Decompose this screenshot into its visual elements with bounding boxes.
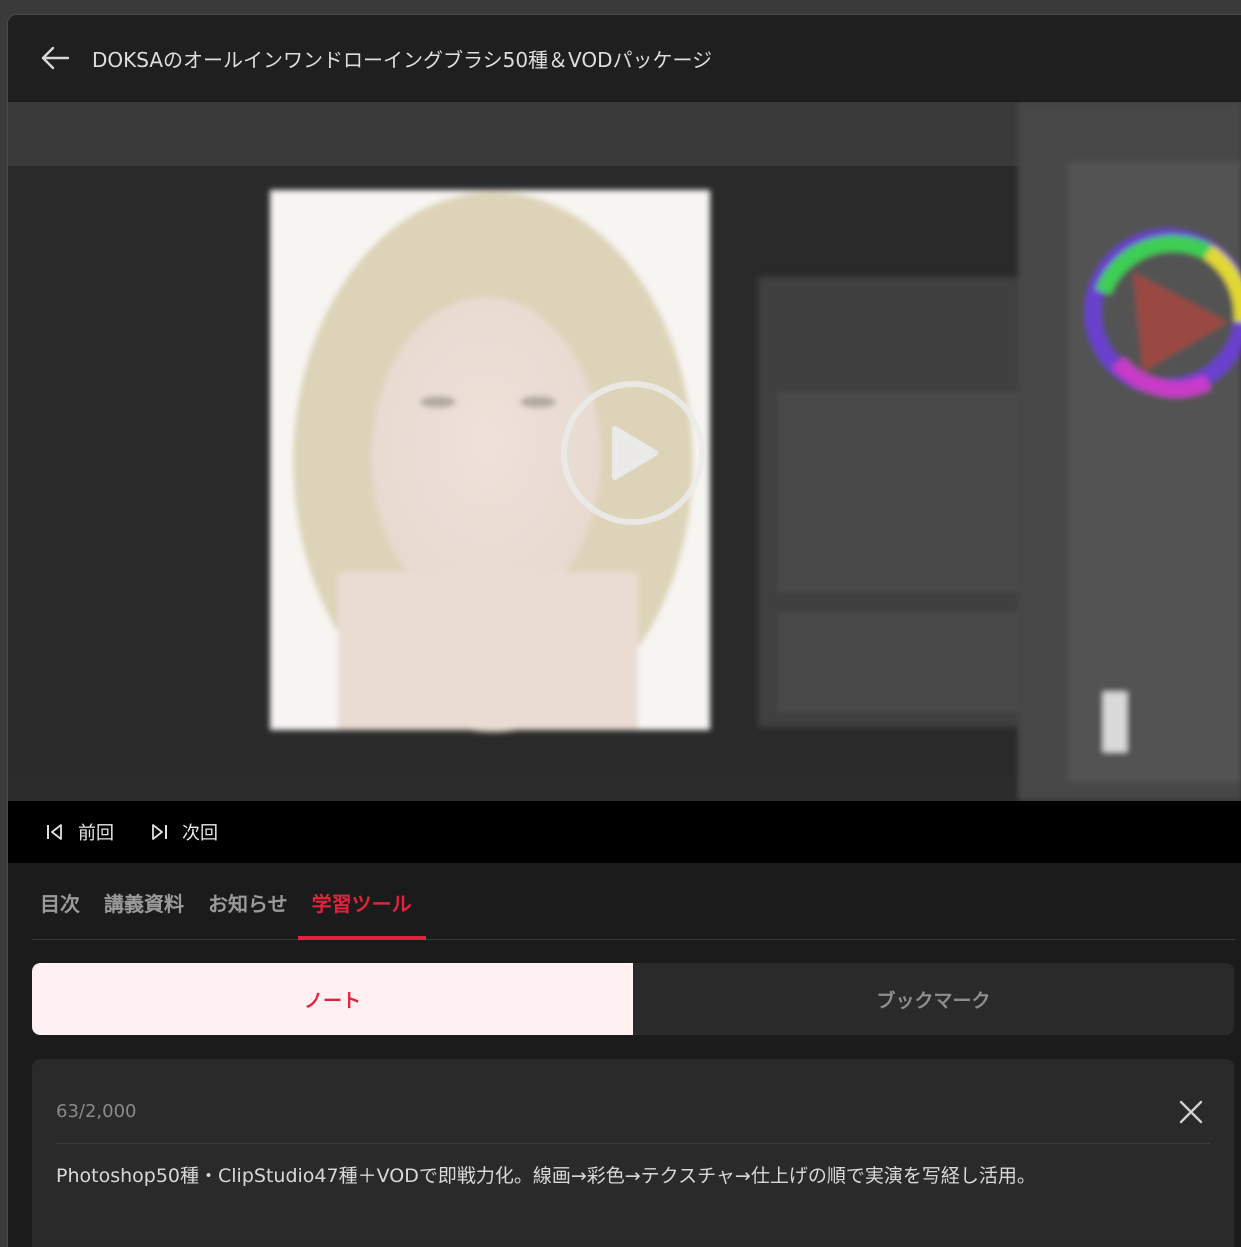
next-lesson-label: 次回 <box>182 823 218 844</box>
note-header: 63/2,000 <box>56 1059 1210 1144</box>
close-icon <box>1179 1100 1203 1124</box>
tab-materials[interactable]: 講義資料 <box>96 888 192 939</box>
note-card: 63/2,000 Photoshop50種・ClipStudio47種＋VODで… <box>32 1059 1234 1247</box>
arrow-left-icon <box>41 46 70 70</box>
video-player[interactable] <box>8 102 1241 801</box>
note-body-text[interactable]: Photoshop50種・ClipStudio47種＋VODで即戦力化。線画→彩… <box>56 1161 1036 1188</box>
player-nav-bar: 前回 次回 <box>8 801 1241 863</box>
play-button[interactable] <box>561 381 705 525</box>
close-note-button[interactable] <box>1176 1097 1206 1127</box>
next-lesson-button[interactable]: 次回 <box>150 819 218 845</box>
tool-segment-control: ノート ブックマーク <box>32 963 1234 1035</box>
previous-lesson-label: 前回 <box>78 823 114 844</box>
app-window: DOKSAのオールインワンドローイングブラシ50種＆VODパッケージ 前回 次回… <box>7 14 1241 1247</box>
previous-lesson-button[interactable]: 前回 <box>46 819 114 845</box>
top-bar: DOKSAのオールインワンドローイングブラシ50種＆VODパッケージ <box>8 15 1241 101</box>
page-title: DOKSAのオールインワンドローイングブラシ50種＆VODパッケージ <box>92 47 713 72</box>
tab-contents[interactable]: 目次 <box>32 888 88 939</box>
segment-bookmarks[interactable]: ブックマーク <box>633 963 1234 1035</box>
character-counter: 63/2,000 <box>56 1101 137 1122</box>
skip-next-icon <box>150 821 172 843</box>
content-tabs: 目次 講義資料 お知らせ 学習ツール <box>32 863 1235 940</box>
tab-notices[interactable]: お知らせ <box>200 888 296 939</box>
segment-notes[interactable]: ノート <box>32 963 633 1035</box>
back-button[interactable] <box>20 15 90 101</box>
skip-previous-icon <box>46 821 68 843</box>
play-icon <box>612 426 658 480</box>
tab-learning-tools[interactable]: 学習ツール <box>297 888 426 940</box>
